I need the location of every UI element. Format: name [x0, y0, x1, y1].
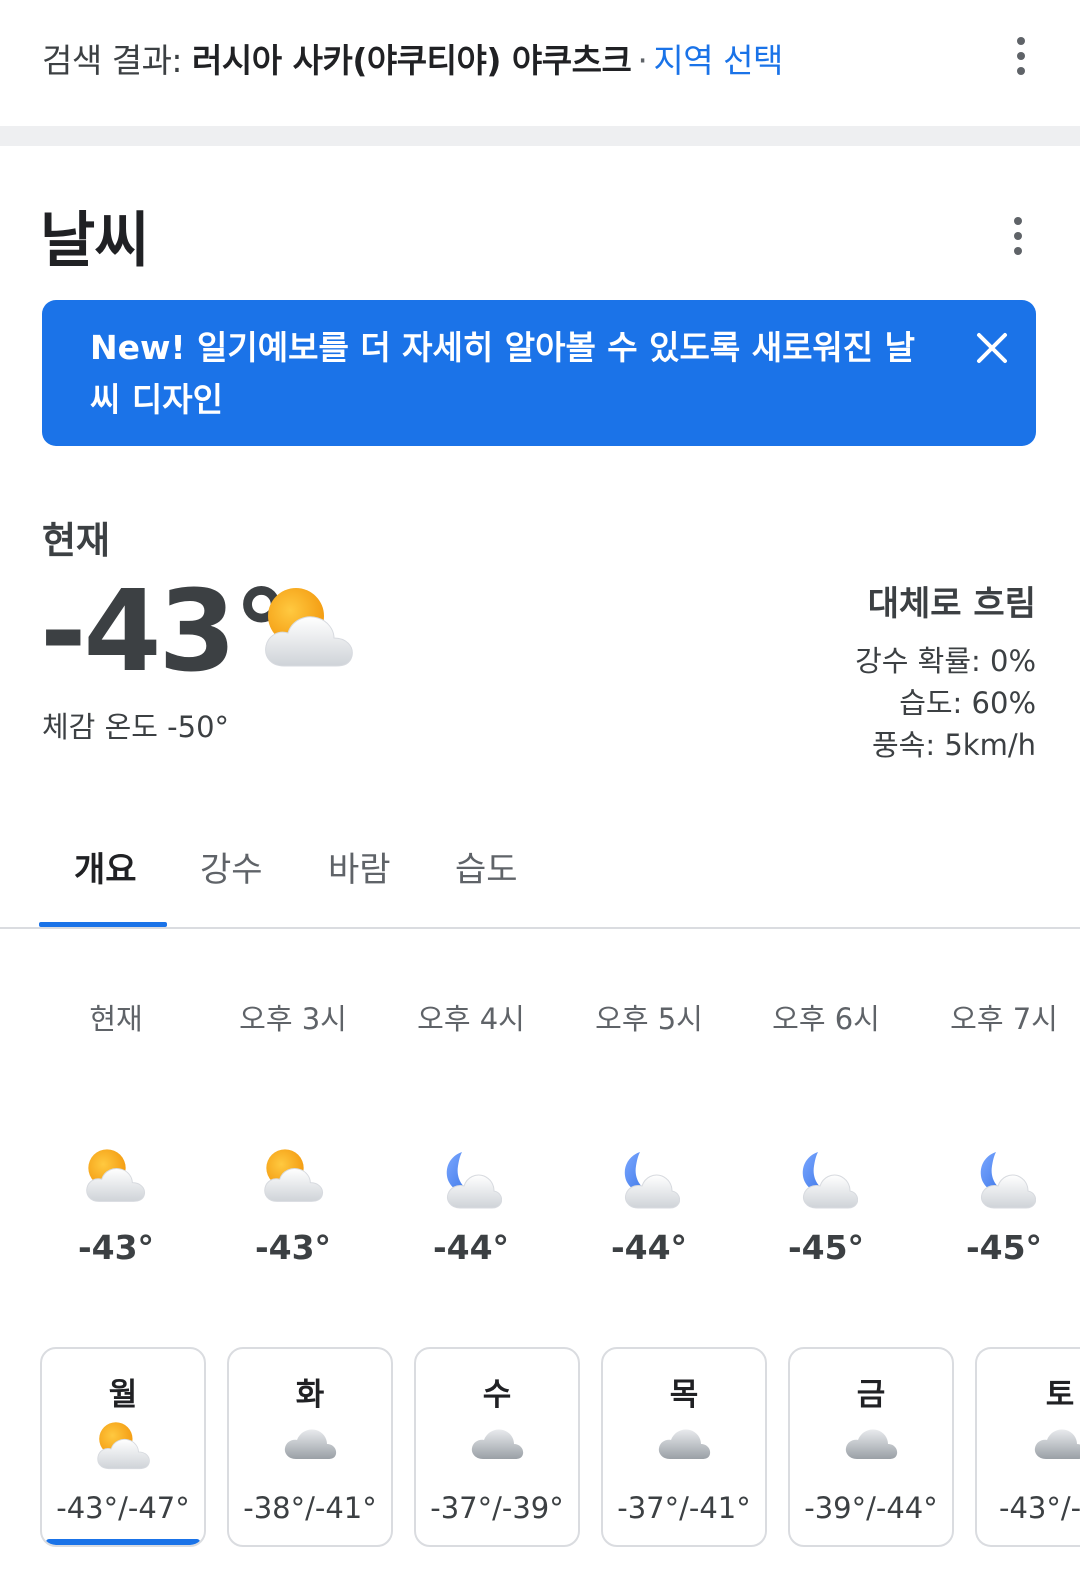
partly-cloudy-day-icon — [262, 1148, 324, 1208]
current-temperature: -43° — [40, 567, 289, 697]
cloudy-icon — [656, 1421, 712, 1465]
search-location-line: 검색 결과: 러시아 사카(야쿠티야) 야쿠츠크 · 지역 선택 — [42, 34, 783, 82]
day-name: 토 — [1045, 1377, 1075, 1413]
hour-time: 오후 6시 — [772, 1002, 880, 1036]
cloudy-icon — [469, 1421, 525, 1465]
day-name: 목 — [669, 1377, 699, 1413]
separator: · — [637, 41, 648, 80]
hour-temperature: -45° — [787, 1228, 865, 1267]
day-card-fri[interactable]: 금 -39°/-44° — [788, 1347, 954, 1547]
cloudy-icon — [282, 1421, 338, 1465]
wind-speed: 풍속: 5km/h — [872, 728, 1036, 762]
partly-cloudy-night-icon — [440, 1148, 503, 1214]
partly-cloudy-night-icon — [618, 1148, 681, 1214]
day-card-tue[interactable]: 화 -38°/-41° — [227, 1347, 393, 1547]
hour-time: 오후 3시 — [239, 1002, 347, 1036]
hour-temperature: -45° — [965, 1228, 1043, 1267]
day-card-wed[interactable]: 수 -37°/-39° — [414, 1347, 580, 1547]
partly-cloudy-day-icon — [84, 1148, 146, 1208]
day-name: 금 — [856, 1377, 886, 1413]
condition-text: 대체로 흐림 — [867, 584, 1036, 624]
day-temperature-range: -37°/-41° — [617, 1491, 751, 1525]
tab-overview[interactable]: 개요 — [74, 842, 137, 891]
tab-wind[interactable]: 바람 — [328, 842, 391, 891]
hour-temperature: -44° — [610, 1228, 688, 1267]
tab-humidity[interactable]: 습도 — [455, 842, 518, 891]
hour-time: 오후 5시 — [595, 1002, 703, 1036]
card-title: 날씨 — [40, 206, 149, 276]
hour-temperature: -44° — [432, 1228, 510, 1267]
hour-time: 오후 4시 — [417, 1002, 525, 1036]
day-temperature-range: -37°/-39° — [430, 1491, 564, 1525]
partly-cloudy-night-icon — [796, 1148, 859, 1214]
day-card-thu[interactable]: 목 -37°/-41° — [601, 1347, 767, 1547]
hour-temperature: -43° — [77, 1228, 155, 1267]
new-design-banner[interactable]: New! 일기예보를 더 자세히 알아볼 수 있도록 새로워진 날씨 디자인 — [42, 300, 1036, 446]
search-prefix: 검색 결과: — [42, 41, 193, 80]
close-icon[interactable] — [970, 326, 1014, 370]
partly-cloudy-night-icon — [974, 1148, 1037, 1214]
day-temperature-range: -38°/-41° — [243, 1491, 377, 1525]
cloudy-icon — [843, 1421, 899, 1465]
partly-cloudy-day-icon — [262, 586, 354, 674]
section-divider — [0, 126, 1080, 146]
day-selected-indicator — [46, 1539, 200, 1545]
cloudy-icon — [1032, 1421, 1080, 1465]
hour-time: 오후 7시 — [950, 1002, 1058, 1036]
day-name: 수 — [482, 1377, 512, 1413]
day-temperature-range: -43°/- — [999, 1491, 1080, 1525]
precipitation-chance: 강수 확률: 0% — [855, 644, 1036, 678]
day-name: 화 — [295, 1377, 325, 1413]
tab-precipitation[interactable]: 강수 — [200, 842, 263, 891]
feels-like: 체감 온도 -50° — [42, 710, 230, 744]
day-card-mon[interactable]: 월 -43°/-47° — [40, 1347, 206, 1547]
card-more-options-icon[interactable] — [1003, 206, 1033, 266]
day-temperature-range: -39°/-44° — [804, 1491, 938, 1525]
tab-divider — [0, 927, 1080, 929]
partly-cloudy-day-icon — [95, 1421, 151, 1475]
more-options-icon[interactable] — [1006, 26, 1036, 86]
banner-text: New! 일기예보를 더 자세히 알아볼 수 있도록 새로워진 날씨 디자인 — [90, 328, 916, 419]
hour-temperature: -43° — [254, 1228, 332, 1267]
day-temperature-range: -43°/-47° — [56, 1491, 190, 1525]
day-card-sat[interactable]: 토 -43°/- — [975, 1347, 1080, 1547]
humidity: 습도: 60% — [899, 686, 1036, 720]
day-name: 월 — [108, 1377, 138, 1413]
region-select-link[interactable]: 지역 선택 — [653, 41, 783, 80]
hour-time: 현재 — [89, 1002, 143, 1036]
current-label: 현재 — [42, 519, 111, 562]
location-name: 러시아 사카(야쿠티야) 야쿠츠크 — [192, 41, 632, 80]
